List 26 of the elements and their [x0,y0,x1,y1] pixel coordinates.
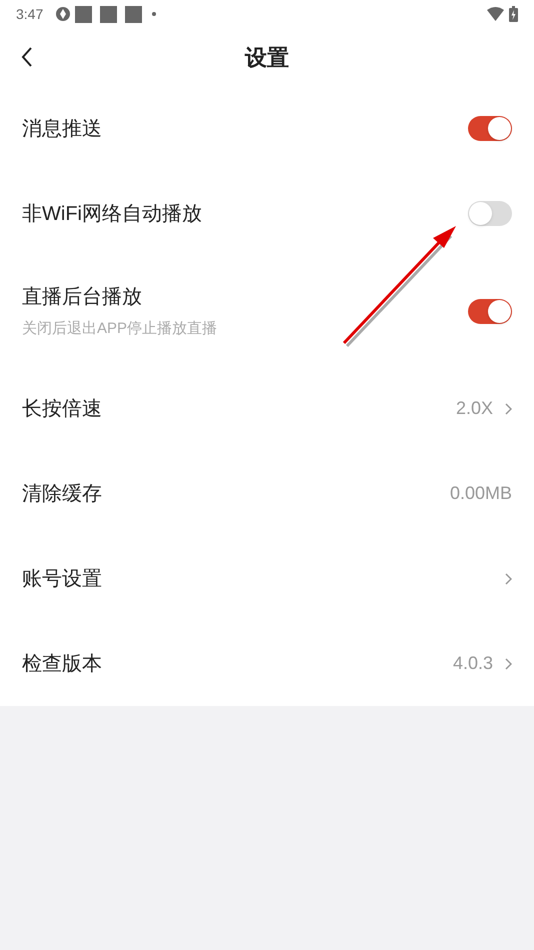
notification-placeholder-icon [100,6,118,22]
setting-label: 消息推送 [22,116,103,142]
wifi-icon [487,7,504,21]
page-title: 设置 [245,44,289,72]
setting-description: 关闭后退出APP停止播放直播 [22,318,218,339]
toggle-switch[interactable] [468,298,512,324]
setting-value: 0.00MB [450,482,512,505]
aperture-icon [55,6,72,22]
notification-placeholder-icon [125,6,142,22]
setting-label: 清除缓存 [22,482,103,506]
setting-label: 检查版本 [22,652,103,676]
chevron-icon [505,572,512,584]
chevron-icon [505,658,512,670]
setting-label: 账号设置 [22,566,103,592]
setting-value: 2.0X [456,397,493,420]
notification-placeholder-icon [75,6,92,22]
setting-value: 4.0.3 [452,652,493,675]
setting-label: 直播后台播放 [22,284,143,310]
battery-icon [509,6,518,22]
setting-label: 非WiFi网络自动播放 [22,202,203,226]
setting-label: 长按倍速 [22,396,103,422]
status-time: 3:47 [16,4,44,24]
back-icon[interactable] [21,47,33,67]
chevron-icon [505,402,512,414]
toggle-switch[interactable] [468,116,512,141]
toggle-switch[interactable] [468,201,512,226]
